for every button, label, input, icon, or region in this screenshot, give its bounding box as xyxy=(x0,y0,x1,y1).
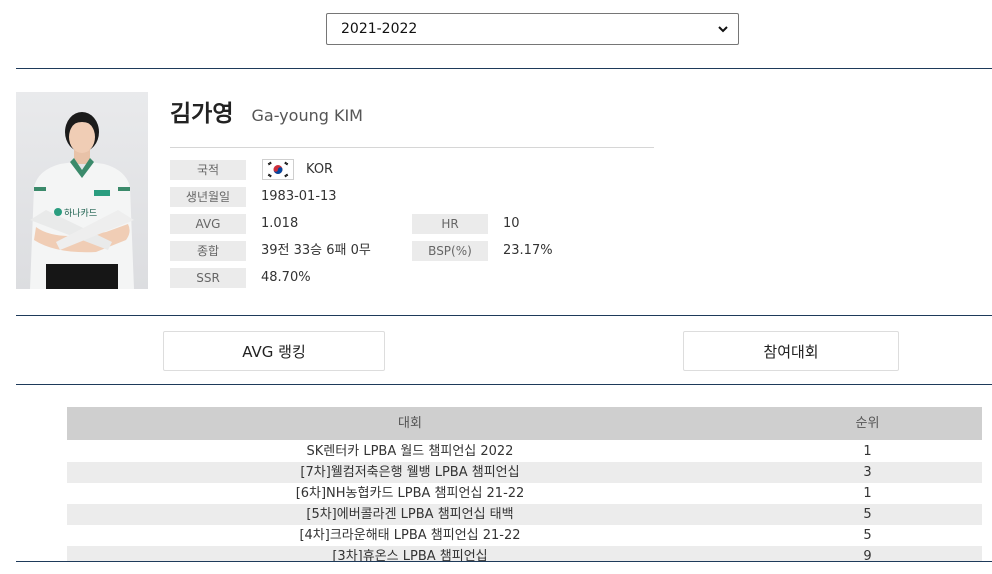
player-name: 김가영 Ga-young KIM xyxy=(170,94,363,128)
sponsor-logo: 하나카드 xyxy=(64,208,97,218)
header-rank: 순위 xyxy=(855,416,880,431)
bsp-label: BSP(%) xyxy=(412,241,488,261)
header-tournament: 대회 xyxy=(398,416,422,431)
tournament-rank: 5 xyxy=(863,507,872,522)
bottom-divider xyxy=(16,561,992,562)
tournament-rank: 1 xyxy=(863,444,872,459)
table-row[interactable]: [7차]웰컴저축은행 웰뱅 LPBA 챔피언십 3 xyxy=(67,462,982,483)
tournament-rank: 9 xyxy=(863,549,872,561)
tournament-table-body[interactable]: SK렌터카 LPBA 월드 챔피언십 2022 1 [7차]웰컴저축은행 웰뱅 … xyxy=(67,441,982,561)
chevron-down-icon xyxy=(718,26,728,33)
season-select[interactable]: 2021-2022 xyxy=(326,13,739,45)
avg-ranking-button[interactable]: AVG 랭킹 xyxy=(163,331,385,371)
tournament-rank: 5 xyxy=(863,528,872,543)
name-divider xyxy=(170,147,654,148)
player-photo-illustration: 하나카드 xyxy=(30,112,134,289)
tournament-name: [6차]NH농협카드 LPBA 챔피언십 21-22 xyxy=(295,486,525,501)
birth-label: 생년월일 xyxy=(170,187,246,207)
player-name-korean: 김가영 xyxy=(170,101,234,127)
table-row[interactable]: [4차]크라운해태 LPBA 챔피언십 21-22 5 xyxy=(67,525,982,546)
tournament-name: [4차]크라운해태 LPBA 챔피언십 21-22 xyxy=(299,528,521,543)
tournament-name: SK렌터카 LPBA 월드 챔피언십 2022 xyxy=(306,444,514,459)
tournament-rank: 1 xyxy=(863,486,872,501)
season-select-value: 2021-2022 xyxy=(341,21,418,37)
table-row[interactable]: [5차]에버콜라겐 LPBA 챔피언십 태백 5 xyxy=(67,504,982,525)
avg-label: AVG xyxy=(170,214,246,234)
player-profile-page: 2021-2022 하나카드 김가영 Ga-young KIM 국적 KOR 생… xyxy=(0,0,992,574)
nationality-value: KOR xyxy=(306,162,334,177)
player-photo: 하나카드 xyxy=(16,92,148,289)
hr-label: HR xyxy=(412,214,488,234)
buttons-divider xyxy=(16,384,992,385)
top-divider xyxy=(16,68,992,69)
record-label: 종합 xyxy=(170,241,246,261)
ssr-label: SSR xyxy=(170,268,246,288)
profile-divider xyxy=(16,315,992,316)
tournament-name: [5차]에버콜라겐 LPBA 챔피언십 태백 xyxy=(306,507,514,522)
tournaments-button[interactable]: 참여대회 xyxy=(683,331,899,371)
table-row[interactable]: [6차]NH농협카드 LPBA 챔피언십 21-22 1 xyxy=(67,483,982,504)
avg-value: 1.018 xyxy=(261,216,299,231)
birth-value: 1983-01-13 xyxy=(261,189,337,204)
korea-flag-icon xyxy=(262,159,294,180)
tournament-name: [3차]휴온스 LPBA 챔피언십 xyxy=(332,549,488,561)
bsp-value: 23.17% xyxy=(503,243,553,258)
nationality-label: 국적 xyxy=(170,160,246,180)
ssr-value: 48.70% xyxy=(261,270,311,285)
tournament-name: [7차]웰컴저축은행 웰뱅 LPBA 챔피언십 xyxy=(300,465,520,480)
table-header: 대회 순위 xyxy=(67,407,982,440)
table-row[interactable]: [3차]휴온스 LPBA 챔피언십 9 xyxy=(67,546,982,561)
table-row[interactable]: SK렌터카 LPBA 월드 챔피언십 2022 1 xyxy=(67,441,982,462)
tournament-rank: 3 xyxy=(863,465,872,480)
record-value: 39전 33승 6패 0무 xyxy=(261,243,371,258)
hr-value: 10 xyxy=(503,216,520,231)
player-name-english: Ga-young KIM xyxy=(251,106,363,125)
